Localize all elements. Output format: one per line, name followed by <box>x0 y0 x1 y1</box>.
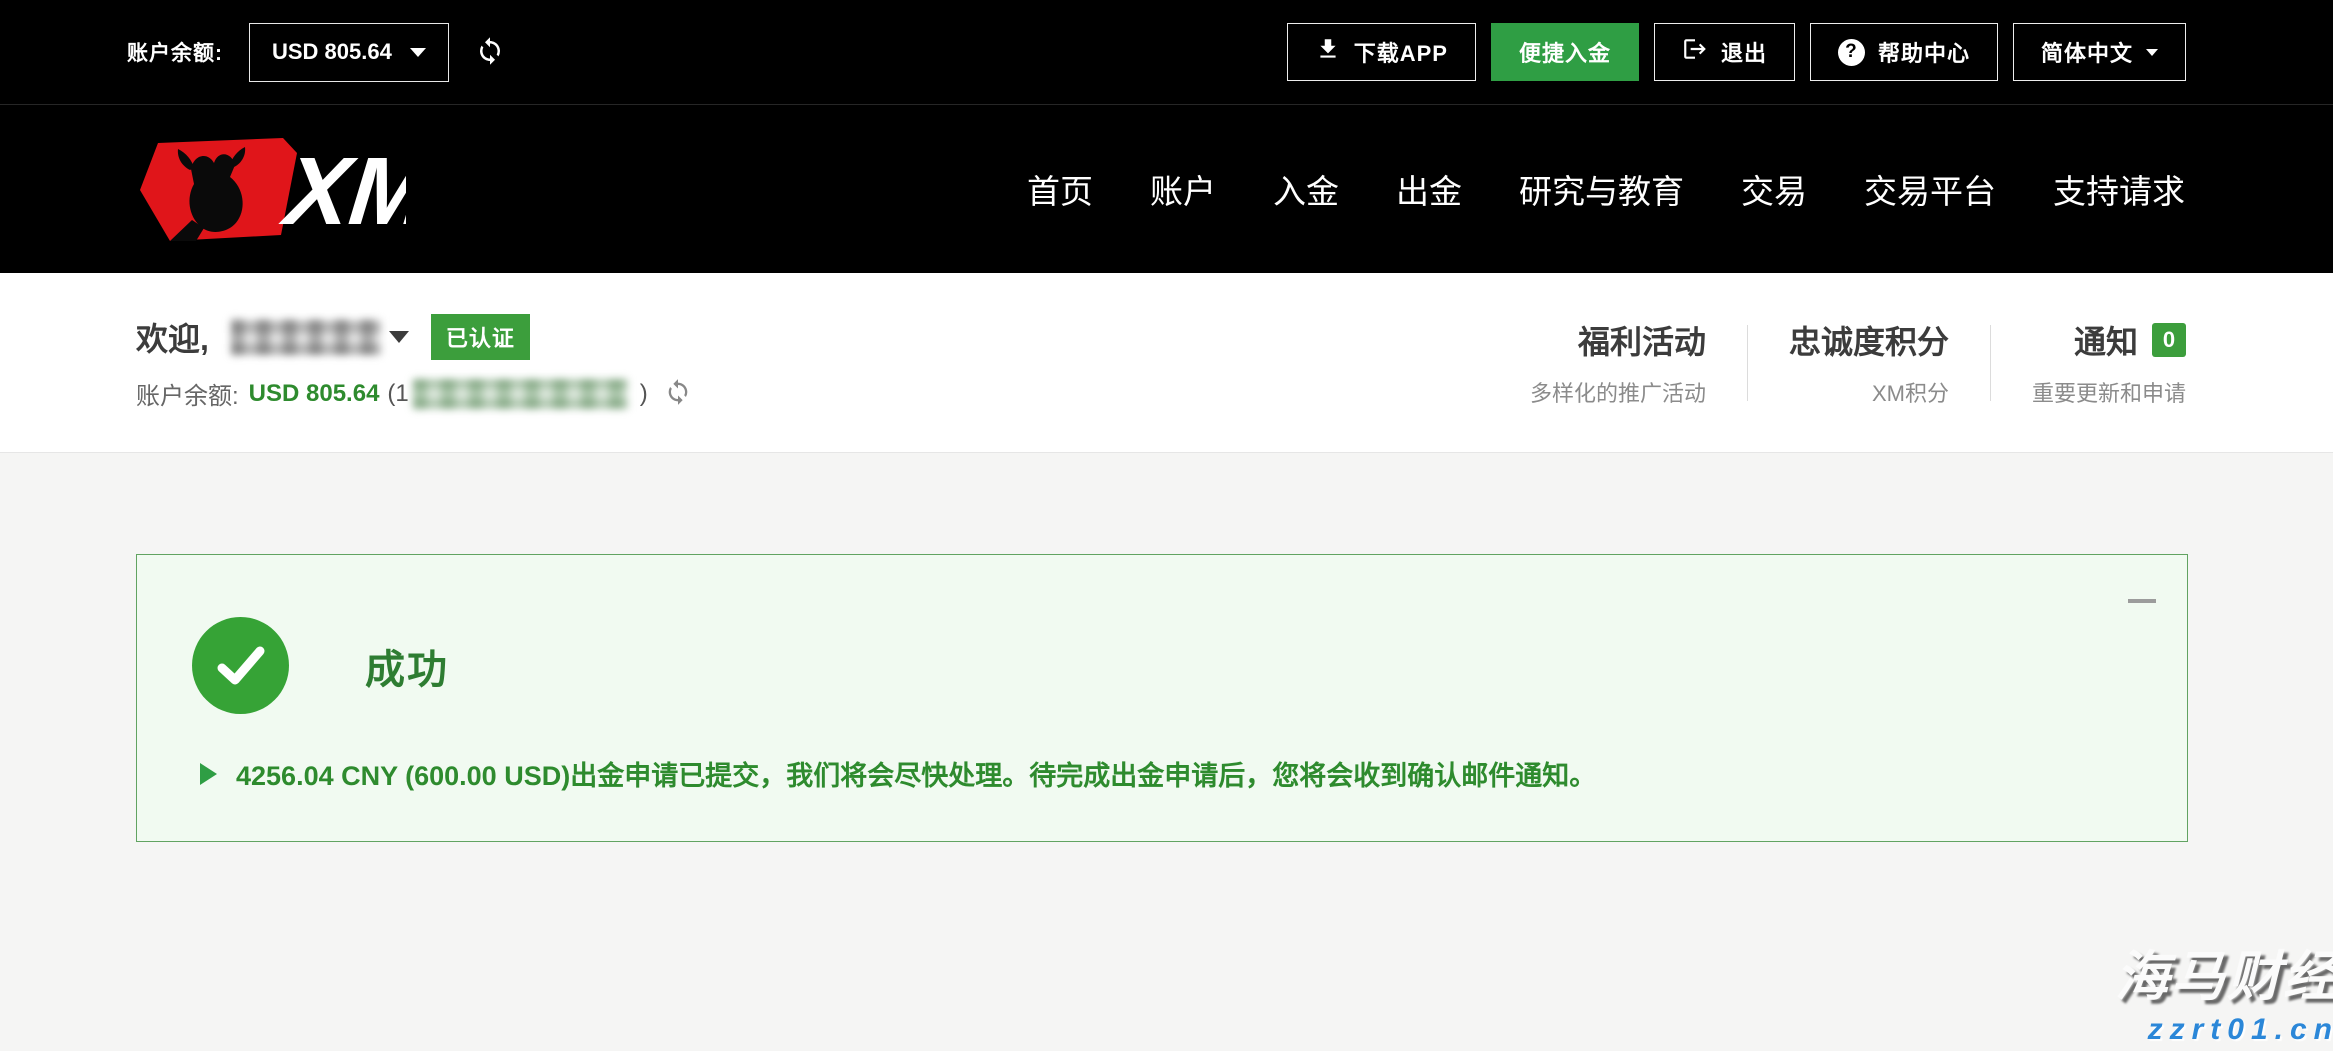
withdrawal-success-message: 4256.04 CNY (600.00 USD)出金申请已提交，我们将会尽快处理… <box>236 754 1596 793</box>
chevron-down-icon <box>410 48 426 57</box>
success-alert-panel: 成功 4256.04 CNY (600.00 USD)出金申请已提交，我们将会尽… <box>136 554 2188 842</box>
main-header: XM 首页 账户 入金 出金 研究与教育 交易 交易平台 支持请求 <box>0 105 2333 273</box>
chevron-down-icon <box>2146 49 2158 56</box>
quick-deposit-button[interactable]: 便捷入金 <box>1491 23 1639 81</box>
nav-item-support[interactable]: 支持请求 <box>2053 165 2185 213</box>
loyalty-points-card[interactable]: 忠诚度积分 XM积分 <box>1789 317 1949 408</box>
help-center-button[interactable]: ? 帮助中心 <box>1810 23 1998 81</box>
verified-badge: 已认证 <box>431 314 530 360</box>
account-balance-group: 账户余额: USD 805.64 <box>127 23 505 82</box>
brand-wordmark: XM <box>276 138 406 242</box>
promotions-card[interactable]: 福利活动 多样化的推广活动 <box>1530 317 1706 408</box>
refresh-icon <box>664 378 692 409</box>
user-summary: 欢迎, 已认证 账户余额: USD 805.64 (1 ) <box>136 314 692 411</box>
notifications-subtitle: 重要更新和申请 <box>2032 376 2186 408</box>
promotions-subtitle: 多样化的推广活动 <box>1530 376 1706 408</box>
refresh-balance-button[interactable] <box>475 36 505 69</box>
nav-item-home[interactable]: 首页 <box>1027 165 1093 213</box>
user-dropdown-caret-icon[interactable] <box>389 331 409 343</box>
divider <box>1990 325 1991 401</box>
refresh-icon <box>475 36 505 69</box>
logout-button[interactable]: 退出 <box>1654 23 1795 81</box>
promotions-title: 福利活动 <box>1530 317 1706 363</box>
success-title: 成功 <box>365 637 449 695</box>
question-mark-icon: ? <box>1838 39 1865 66</box>
content-area: 成功 4256.04 CNY (600.00 USD)出金申请已提交，我们将会尽… <box>0 453 2333 1051</box>
success-check-icon <box>192 617 289 714</box>
notifications-card[interactable]: 通知 0 重要更新和申请 <box>2032 317 2186 408</box>
bullet-triangle-icon <box>200 763 217 785</box>
notifications-title: 通知 <box>2074 317 2138 363</box>
nav-item-research-education[interactable]: 研究与教育 <box>1519 165 1684 213</box>
refresh-account-button[interactable] <box>664 378 692 409</box>
quick-links: 福利活动 多样化的推广活动 忠诚度积分 XM积分 通知 0 重要更新和申请 <box>1530 317 2186 408</box>
language-label: 简体中文 <box>2041 36 2133 68</box>
loyalty-subtitle: XM积分 <box>1789 376 1949 408</box>
notifications-count-badge: 0 <box>2152 323 2186 357</box>
logout-label: 退出 <box>1721 36 1767 68</box>
account-number-redacted <box>413 379 628 409</box>
download-app-label: 下载APP <box>1354 36 1448 68</box>
account-number-open: (1 <box>387 380 408 408</box>
nav-item-platforms[interactable]: 交易平台 <box>1864 165 1996 213</box>
divider <box>1747 325 1748 401</box>
quick-deposit-label: 便捷入金 <box>1519 36 1611 68</box>
download-icon <box>1315 36 1341 68</box>
balance-label: 账户余额: <box>127 37 223 67</box>
welcome-greeting: 欢迎, <box>136 314 209 360</box>
account-balance-dropdown[interactable]: USD 805.64 <box>249 23 449 82</box>
collapse-panel-button[interactable] <box>2128 599 2156 603</box>
nav-item-account[interactable]: 账户 <box>1150 165 1216 213</box>
language-selector[interactable]: 简体中文 <box>2013 23 2186 81</box>
logout-icon <box>1682 36 1708 68</box>
nav-item-withdrawal[interactable]: 出金 <box>1396 165 1462 213</box>
account-number-close: ) <box>640 380 648 408</box>
download-app-button[interactable]: 下载APP <box>1287 23 1476 81</box>
balance-value: USD 805.64 <box>272 39 392 65</box>
loyalty-title: 忠诚度积分 <box>1789 317 1949 363</box>
username-redacted <box>231 319 381 355</box>
welcome-balance-value: USD 805.64 <box>249 380 380 408</box>
welcome-balance-label: 账户余额: <box>136 376 239 411</box>
welcome-strip: 欢迎, 已认证 账户余额: USD 805.64 (1 ) 福利活动 多样化的推… <box>0 273 2333 453</box>
top-utility-bar: 账户余额: USD 805.64 下载APP 便捷入金 退出 ? <box>0 0 2333 105</box>
top-actions-group: 下载APP 便捷入金 退出 ? 帮助中心 简体中文 <box>1287 23 2186 81</box>
xm-logo[interactable]: XM <box>134 136 406 242</box>
nav-item-deposit[interactable]: 入金 <box>1273 165 1339 213</box>
nav-item-trading[interactable]: 交易 <box>1741 165 1807 213</box>
help-center-label: 帮助中心 <box>1878 36 1970 68</box>
main-nav: 首页 账户 入金 出金 研究与教育 交易 交易平台 支持请求 <box>1027 165 2185 213</box>
